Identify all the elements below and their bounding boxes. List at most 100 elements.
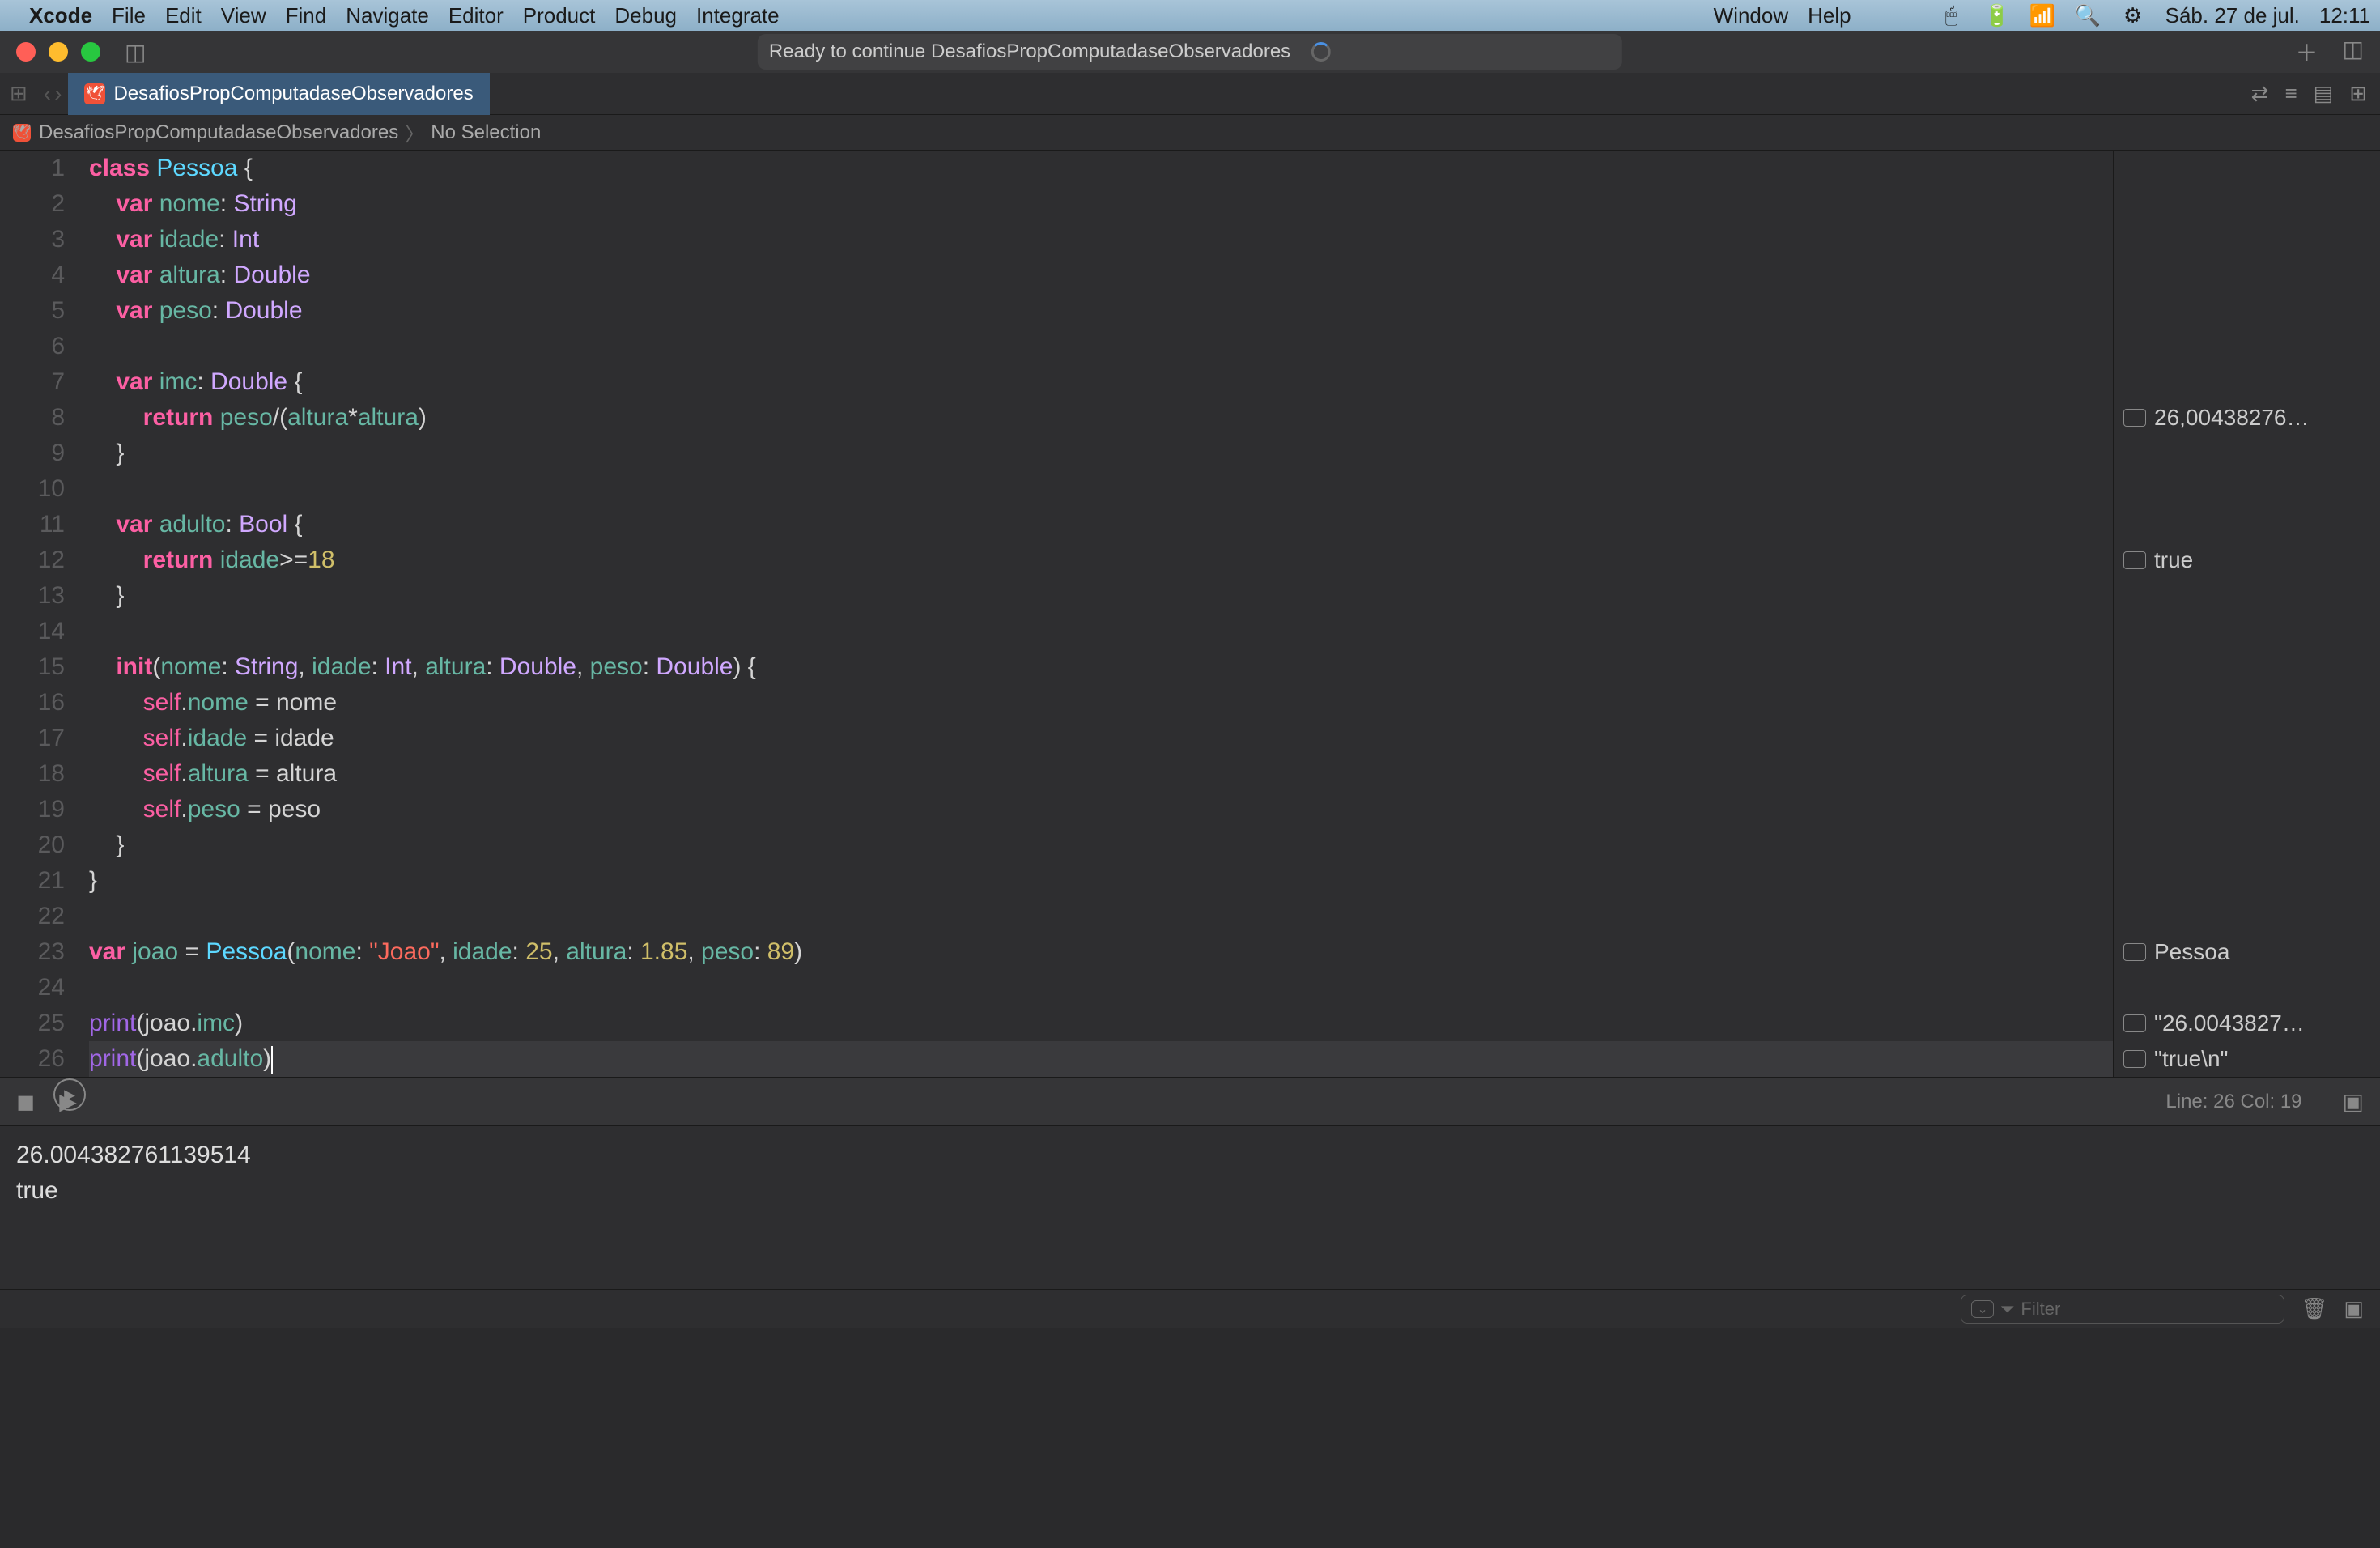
menu-window[interactable]: Window — [1714, 3, 1788, 28]
code-line[interactable]: var imc: Double { — [89, 364, 2113, 400]
quicklook-icon[interactable] — [2123, 551, 2146, 569]
menu-debug[interactable]: Debug — [614, 3, 677, 28]
code-line[interactable]: self.altura = altura — [89, 756, 2113, 792]
code-line[interactable]: var peso: Double — [89, 293, 2113, 329]
active-tab[interactable]: 🕊 DesafiosPropComputadaseObservadores — [68, 73, 489, 115]
menu-find[interactable]: Find — [286, 3, 327, 28]
menubar-time[interactable]: 12:11 — [2319, 3, 2370, 28]
result-row[interactable]: true — [2114, 542, 2380, 578]
code-line[interactable] — [89, 899, 2113, 934]
result-row — [2114, 471, 2380, 507]
result-row — [2114, 293, 2380, 329]
code-line[interactable]: } — [89, 436, 2113, 471]
breadcrumb[interactable]: 🕊 DesafiosPropComputadaseObservadores 〉 … — [0, 115, 2380, 151]
refresh-icon[interactable]: ⇄ — [2251, 81, 2269, 106]
console-layout-icon[interactable]: ▣ — [2344, 1296, 2364, 1321]
panel-toggle-icon[interactable]: ▣ — [2343, 1088, 2364, 1115]
code-editor[interactable]: ▶ 12345678910111213141516171819202122232… — [0, 151, 2113, 1077]
result-row — [2114, 436, 2380, 471]
filter-scope-icon[interactable]: ⌄ — [1971, 1300, 1993, 1318]
menu-editor[interactable]: Editor — [448, 3, 504, 28]
code-line[interactable] — [89, 329, 2113, 364]
close-window-button[interactable] — [16, 42, 36, 62]
minimap-icon[interactable]: ▤ — [2314, 81, 2334, 106]
grid-icon[interactable]: ⊞ — [10, 81, 28, 106]
search-icon[interactable]: 🔍 — [2075, 2, 2101, 28]
trash-icon[interactable]: 🗑 — [2301, 1296, 2327, 1321]
code-line[interactable]: } — [89, 578, 2113, 614]
code-line[interactable] — [89, 614, 2113, 649]
line-number: 8 — [0, 400, 65, 436]
console-area: 26.004382761139514true ⌄ ⏷ Filter 🗑 ▣ — [0, 1125, 2380, 1328]
code-line[interactable]: print(joao.imc) — [89, 1006, 2113, 1041]
line-number: 5 — [0, 293, 65, 329]
minimize-window-button[interactable] — [49, 42, 68, 62]
result-row[interactable]: 26,00438276… — [2114, 400, 2380, 436]
zoom-window-button[interactable] — [81, 42, 100, 62]
control-center-icon[interactable]: ⚙ — [2120, 2, 2146, 28]
code-line[interactable]: } — [89, 827, 2113, 863]
lines-icon[interactable]: ≡ — [2284, 81, 2297, 106]
menu-product[interactable]: Product — [523, 3, 596, 28]
code-line[interactable]: var joao = Pessoa(nome: "Joao", idade: 2… — [89, 934, 2113, 970]
result-row — [2114, 151, 2380, 186]
code-line[interactable]: } — [89, 863, 2113, 899]
line-number: 2 — [0, 186, 65, 222]
library-icon[interactable]: ◫ — [2343, 36, 2364, 68]
menu-edit[interactable]: Edit — [165, 3, 202, 28]
result-row — [2114, 614, 2380, 649]
cursor-position: Line: 26 Col: 19 — [2165, 1091, 2301, 1113]
mouse-icon[interactable]: 🖱 — [1939, 2, 1965, 28]
code-line[interactable]: init(nome: String, idade: Int, altura: D… — [89, 649, 2113, 685]
breadcrumb-project[interactable]: DesafiosPropComputadaseObservadores — [39, 121, 398, 144]
battery-icon[interactable]: 🔋 — [1984, 2, 2010, 28]
result-row[interactable]: "true\n" — [2114, 1041, 2380, 1077]
wifi-icon[interactable]: 📶 — [2029, 2, 2055, 28]
menu-app[interactable]: Xcode — [29, 3, 92, 28]
code-area[interactable]: class Pessoa { var nome: String var idad… — [81, 151, 2113, 1077]
nav-back-icon[interactable]: ‹ — [44, 81, 51, 107]
line-number: 7 — [0, 364, 65, 400]
code-line[interactable]: var nome: String — [89, 186, 2113, 222]
quicklook-icon[interactable] — [2123, 1050, 2146, 1068]
console-filter-input[interactable]: ⌄ ⏷ Filter — [1961, 1295, 2284, 1324]
code-line[interactable]: class Pessoa { — [89, 151, 2113, 186]
line-number: 25 — [0, 1006, 65, 1041]
run-line-icon[interactable]: ▶ — [53, 1078, 86, 1111]
swift-file-icon: 🕊 — [13, 124, 31, 142]
code-line[interactable]: return peso/(altura*altura) — [89, 400, 2113, 436]
code-line[interactable]: var idade: Int — [89, 222, 2113, 257]
console-output[interactable]: 26.004382761139514true — [0, 1126, 2380, 1289]
toggle-left-panel-icon[interactable]: ◫ — [125, 39, 146, 66]
code-line[interactable]: self.peso = peso — [89, 792, 2113, 827]
code-line[interactable]: print(joao.adulto) — [89, 1041, 2113, 1077]
quicklook-icon[interactable] — [2123, 409, 2146, 427]
quicklook-icon[interactable] — [2123, 1014, 2146, 1032]
code-line[interactable]: var adulto: Bool { — [89, 507, 2113, 542]
menu-navigate[interactable]: Navigate — [346, 3, 429, 28]
result-row[interactable]: "26.0043827… — [2114, 1006, 2380, 1041]
result-row — [2114, 364, 2380, 400]
menu-integrate[interactable]: Integrate — [696, 3, 780, 28]
code-line[interactable]: return idade>=18 — [89, 542, 2113, 578]
quicklook-icon[interactable] — [2123, 943, 2146, 961]
breadcrumb-selection[interactable]: No Selection — [431, 121, 541, 144]
add-tab-icon[interactable]: ＋ — [2296, 36, 2318, 68]
breadcrumb-separator-icon: 〉 — [405, 118, 424, 147]
menu-view[interactable]: View — [221, 3, 266, 28]
split-right-icon[interactable]: ⊞ — [2349, 81, 2367, 106]
swift-file-icon: 🕊 — [84, 83, 105, 104]
code-line[interactable]: var altura: Double — [89, 257, 2113, 293]
code-line[interactable]: self.nome = nome — [89, 685, 2113, 721]
activity-viewer[interactable]: Ready to continue DesafiosPropComputadas… — [758, 34, 1622, 70]
code-line[interactable] — [89, 970, 2113, 1006]
code-line[interactable]: self.idade = idade — [89, 721, 2113, 756]
result-row — [2114, 685, 2380, 721]
line-number: 4 — [0, 257, 65, 293]
result-row[interactable]: Pessoa — [2114, 934, 2380, 970]
menubar-date[interactable]: Sáb. 27 de jul. — [2165, 3, 2300, 28]
nav-forward-icon[interactable]: › — [54, 81, 62, 107]
menu-file[interactable]: File — [112, 3, 146, 28]
code-line[interactable] — [89, 471, 2113, 507]
menu-help[interactable]: Help — [1808, 3, 1851, 28]
